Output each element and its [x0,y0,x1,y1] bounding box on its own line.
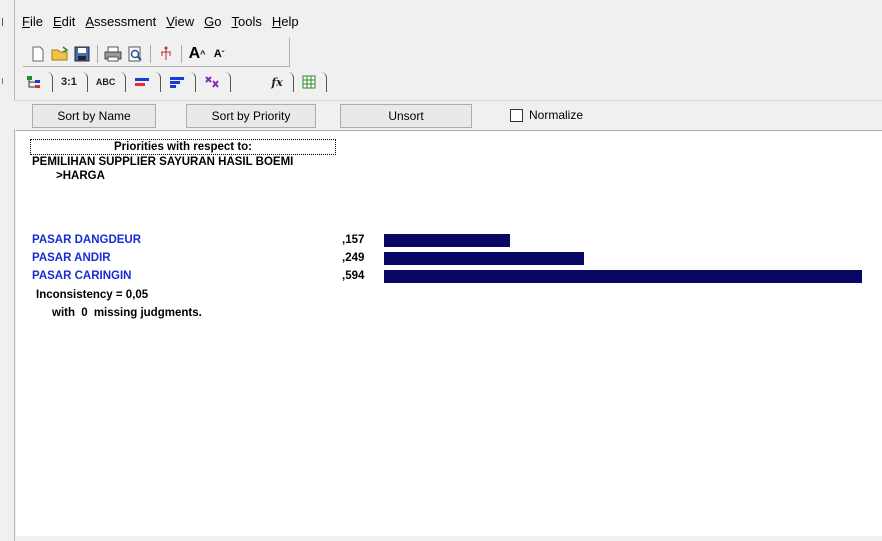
goal-name: PEMILIHAN SUPPLIER SAYURAN HASIL BOEMI [32,156,294,168]
graphical-bars-icon [135,78,150,86]
priority-bar [384,252,584,265]
menu-help-rest: elp [281,14,299,29]
missing-judgments: with 0 missing judgments. [52,307,202,319]
normalize-toggle[interactable]: Normalize [510,108,583,122]
tab-verbal[interactable]: ABC [92,72,127,92]
tab-priorities[interactable] [165,72,197,92]
priority-value: ,157 [342,234,365,246]
tab-graphical[interactable] [130,72,162,92]
left-window-edge [0,0,10,541]
unsort-button[interactable]: Unsort [340,104,472,128]
sort-by-priority-button[interactable]: Sort by Priority [186,104,316,128]
new-doc-icon[interactable] [28,44,48,64]
view-tabs: 3:1 ABC fx [22,70,331,92]
tab-tree-view[interactable] [22,72,53,92]
menu-go[interactable]: Go [204,14,221,34]
priority-bars-icon [170,77,185,88]
menu-assessment[interactable]: Assessment [85,14,156,34]
unsort-label: Unsort [388,109,424,123]
priority-value: ,249 [342,252,365,264]
font-larger-icon[interactable]: A ^ [187,44,207,64]
edge-mark [2,78,6,84]
missing-count: 0 [81,307,88,319]
menu-go-rest: o [214,14,222,29]
edge-mark [2,18,5,26]
menu-view[interactable]: View [166,14,194,34]
menu-file-rest: ile [29,14,43,29]
priority-bar [384,234,510,247]
criterion-name: >HARGA [56,170,105,182]
font-smaller-icon[interactable]: Aˇ [209,44,229,64]
tab-pairwise-numeric[interactable]: 3:1 [57,72,88,92]
normalize-checkbox[interactable] [510,108,523,122]
open-folder-icon[interactable] [50,44,70,64]
tab-spreadsheet[interactable] [298,72,327,92]
menu-bar: File Edit Assessment View Go Tools Help [22,14,299,34]
priorities-pane: Priorities with respect to: PEMILIHAN SU… [16,130,882,536]
alternative-label: PASAR CARINGIN [32,270,132,282]
print-icon[interactable] [103,44,123,64]
priority-value: ,594 [342,270,365,282]
sort-tree-icon[interactable] [156,44,176,64]
formula-icon: fx [271,75,283,89]
sort-bar: Sort by Name Sort by Priority Unsort Nor… [14,100,882,129]
toolbar: A ^ Aˇ [28,42,229,66]
menu-tools-rest: ools [238,14,262,29]
missing-prefix: with [52,307,75,319]
menu-file[interactable]: File [22,14,43,34]
priority-bar [384,270,862,283]
menu-view-rest: iew [174,14,195,29]
toolbar-separator [181,45,182,63]
inconsistency-ratio: Inconsistency = 0,05 [36,289,149,301]
sort-by-name-button[interactable]: Sort by Name [32,104,156,128]
priorities-header: Priorities with respect to: [30,139,336,155]
print-preview-icon[interactable] [125,44,145,64]
tab-verbal-label: ABC [95,77,116,87]
tree-view-icon [27,76,40,88]
missing-suffix: missing judgments. [93,307,202,319]
alternative-label: PASAR DANGDEUR [32,234,142,246]
tab-synthesis[interactable] [200,72,232,92]
menu-tools[interactable]: Tools [232,14,262,34]
menu-edit[interactable]: Edit [53,14,75,34]
save-icon[interactable] [72,44,92,64]
toolbar-separator [150,45,151,63]
synthesis-icon [205,76,220,88]
alternative-label: PASAR ANDIR [32,252,111,264]
sort-by-priority-label: Sort by Priority [211,109,291,123]
toolbar-separator [97,45,98,63]
menu-assessment-rest: ssessment [94,14,157,29]
spreadsheet-icon [302,75,316,89]
sort-by-name-label: Sort by Name [57,109,131,123]
tab-formula[interactable]: fx [267,72,294,92]
tab-pairwise-numeric-label: 3:1 [61,76,77,88]
normalize-label: Normalize [529,108,584,122]
menu-help[interactable]: Help [272,14,299,34]
menu-edit-rest: dit [61,14,76,29]
